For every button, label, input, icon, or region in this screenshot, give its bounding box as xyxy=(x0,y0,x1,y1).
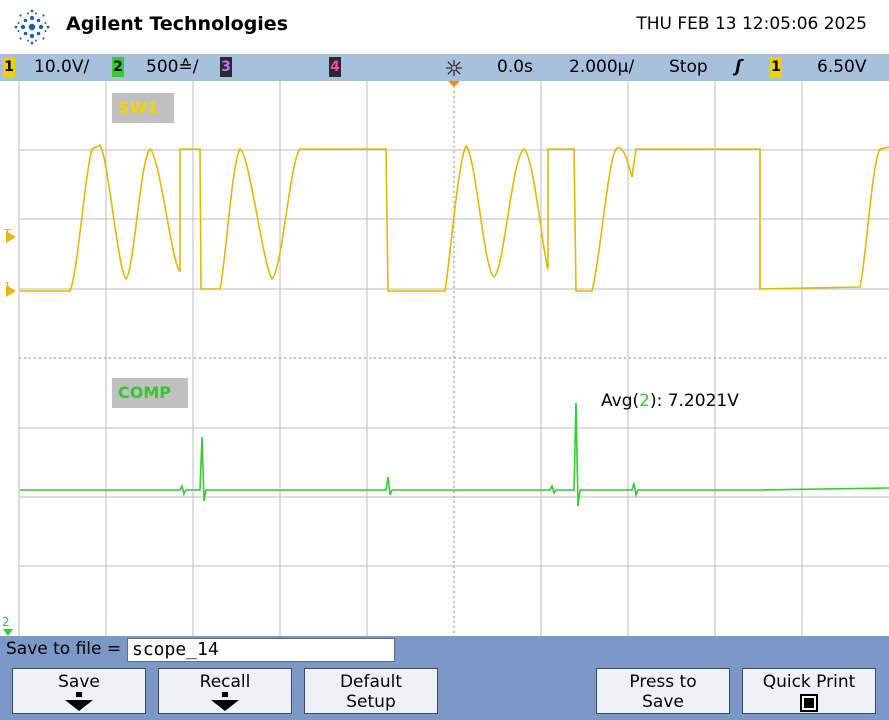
ch3-badge[interactable]: 3 xyxy=(220,57,232,77)
avg-measurement: Avg(2): 7.2021V xyxy=(601,391,739,411)
ch1-badge[interactable]: 1 xyxy=(3,57,15,77)
trigger-level-marker: T xyxy=(3,227,16,243)
softkey-panel: Save to file = scope_14 Save Recall Defa… xyxy=(0,636,889,720)
graticule: T 1 2 xyxy=(2,81,889,636)
ch2-ground-marker: 2 xyxy=(2,615,13,636)
agilent-spark-icon xyxy=(14,9,50,45)
print-checkbox-icon xyxy=(800,694,818,712)
trigger-level: 6.50V xyxy=(817,57,867,77)
ch4-badge[interactable]: 4 xyxy=(329,57,341,77)
header-bar: Agilent Technologies THU FEB 13 12:05:06… xyxy=(0,0,889,54)
ch1-scale: 10.0V/ xyxy=(34,57,90,77)
save-to-file-label: Save to file = xyxy=(6,639,122,659)
ch2-badge[interactable]: 2 xyxy=(112,57,124,77)
acquisition-spark-icon xyxy=(446,60,462,76)
comp-trace xyxy=(20,402,889,507)
ch1-ground-marker: 1 xyxy=(4,280,16,297)
datetime: THU FEB 13 12:05:06 2025 xyxy=(636,14,867,34)
recall-button[interactable]: Recall xyxy=(158,668,292,714)
quick-print-button[interactable]: Quick Print xyxy=(742,668,876,714)
save-button[interactable]: Save xyxy=(12,668,146,714)
brand-title: Agilent Technologies xyxy=(66,13,289,35)
ch2-scale: 500≙/ xyxy=(146,57,199,77)
press-to-save-button[interactable]: Press to Save xyxy=(596,668,730,714)
run-state[interactable]: Stop xyxy=(669,57,708,77)
status-bar: 1 10.0V/ 2 500≙/ 3 4 0.0s 2.000µ/ Stop ʃ… xyxy=(0,54,889,81)
svg-text:T: T xyxy=(3,227,11,240)
filename-field[interactable]: scope_14 xyxy=(127,638,395,662)
sw1-label: SW1 xyxy=(112,93,174,123)
waveform-display[interactable]: T 1 2 SW1 COMP Avg(2): 7.2021V xyxy=(0,81,889,636)
arrow-down-icon xyxy=(76,692,82,697)
comp-label: COMP xyxy=(112,378,188,408)
time-scale: 2.000µ/ xyxy=(569,57,635,77)
time-delay: 0.0s xyxy=(497,57,533,77)
arrow-down-icon xyxy=(222,692,228,697)
trigger-source-badge: 1 xyxy=(770,57,782,77)
svg-text:2: 2 xyxy=(2,615,10,629)
default-setup-button[interactable]: Default Setup xyxy=(304,668,438,714)
svg-text:1: 1 xyxy=(4,280,11,293)
trigger-slope-icon: ʃ xyxy=(735,57,743,77)
trigger-position-marker xyxy=(448,81,460,87)
